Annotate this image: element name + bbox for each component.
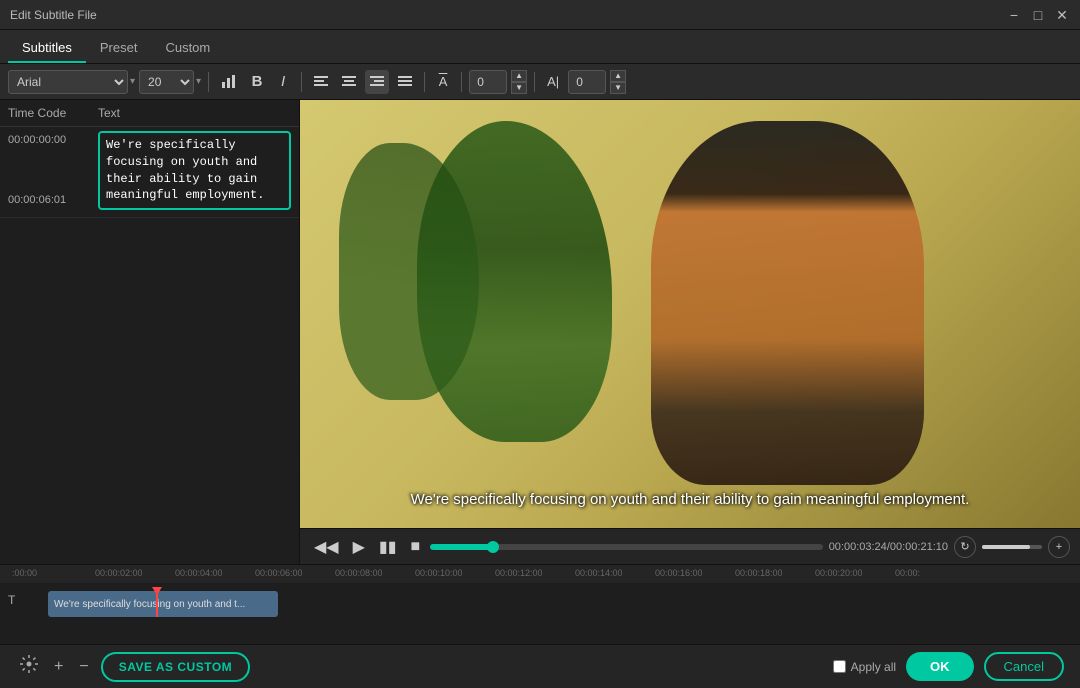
apply-all-checkbox-label[interactable]: Apply all: [833, 660, 896, 674]
justify-button[interactable]: [393, 70, 417, 94]
skip-back-button[interactable]: ◀◀: [310, 535, 343, 559]
ruler-mark-3: 00:00:06:00: [255, 568, 303, 578]
subtitle-overlay: We're specifically focusing on youth and…: [300, 491, 1080, 508]
bottom-left: + − SAVE AS CUSTOM: [16, 651, 250, 682]
tab-custom[interactable]: Custom: [151, 34, 224, 63]
text-decoration-button[interactable]: A: [432, 70, 454, 94]
ruler-mark-8: 00:00:16:00: [655, 568, 703, 578]
timecode-end: 00:00:06:01: [8, 194, 98, 206]
progress-fill: [430, 544, 493, 550]
progress-bar[interactable]: [430, 544, 822, 550]
video-panel: We're specifically focusing on youth and…: [300, 100, 1080, 564]
timeline-ruler: :00:00 00:00:02:00 00:00:04:00 00:00:06:…: [0, 565, 1080, 583]
text-track-icon: T: [8, 593, 15, 607]
opacity-spinner: ▲ ▼: [610, 70, 626, 94]
rotation-down-button[interactable]: ▼: [511, 82, 527, 94]
volume-fill: [982, 545, 1030, 549]
false: 00:00:00:00 00:00:06:01: [8, 131, 98, 206]
minimize-button[interactable]: −: [1006, 7, 1022, 23]
ruler-mark-11: 00:00:: [895, 568, 920, 578]
chevron-down-icon2: ▾: [196, 76, 201, 87]
font-select[interactable]: Arial Times New Roman Helvetica: [8, 70, 128, 94]
separator3: [424, 72, 425, 92]
tabs-bar: Subtitles Preset Custom: [0, 30, 1080, 64]
timecode-start: 00:00:00:00: [8, 134, 98, 146]
apply-all-checkbox[interactable]: [833, 660, 846, 673]
ruler-mark-5: 00:00:10:00: [415, 568, 463, 578]
add-button[interactable]: +: [1048, 536, 1070, 558]
volume-bar[interactable]: [982, 545, 1042, 549]
subtitle-text-input[interactable]: [98, 131, 291, 210]
main-content: Time Code Text 00:00:00:00 00:00:06:01: [0, 100, 1080, 564]
video-container: We're specifically focusing on youth and…: [300, 100, 1080, 528]
bar-chart-button[interactable]: [216, 70, 242, 94]
align-left-button[interactable]: [309, 70, 333, 94]
timeline-track: T We're specifically focusing on youth a…: [8, 587, 1072, 617]
bold-button[interactable]: B: [246, 70, 268, 94]
video-controls: ◀◀ ▶ ▮▮ ■ 00:00:03:24/00:00:21:10 ↻ +: [300, 528, 1080, 564]
separator4: [461, 72, 462, 92]
subtitle-table-header: Time Code Text: [0, 100, 299, 127]
opacity-input[interactable]: 0: [568, 70, 606, 94]
subtitle-panel: Time Code Text 00:00:00:00 00:00:06:01: [0, 100, 300, 564]
rotation-spinner: ▲ ▼: [511, 70, 527, 94]
window-title: Edit Subtitle File: [10, 8, 1006, 22]
bottom-bar: + − SAVE AS CUSTOM Apply all OK Cancel: [0, 644, 1080, 688]
tab-preset[interactable]: Preset: [86, 34, 152, 63]
playhead[interactable]: [156, 587, 158, 617]
timeline-clips: We're specifically focusing on youth and…: [36, 589, 1072, 615]
col-header-time: Time Code: [8, 106, 98, 120]
play-button[interactable]: ▶: [349, 535, 369, 559]
italic-button[interactable]: I: [272, 70, 294, 94]
pause-button[interactable]: ▮▮: [375, 535, 401, 559]
remove-subtitle-button[interactable]: −: [75, 654, 92, 680]
close-button[interactable]: ✕: [1054, 7, 1070, 23]
time-display: 00:00:03:24/00:00:21:10: [829, 541, 948, 553]
tab-subtitles[interactable]: Subtitles: [8, 34, 86, 63]
ruler-mark-6: 00:00:12:00: [495, 568, 543, 578]
ruler-mark-4: 00:00:08:00: [335, 568, 383, 578]
titlebar-controls: − □ ✕: [1006, 7, 1070, 23]
ruler-mark-9: 00:00:18:00: [735, 568, 783, 578]
align-right-button[interactable]: [365, 70, 389, 94]
toolbar: Arial Times New Roman Helvetica ▾ 20 18 …: [0, 64, 1080, 100]
size-select[interactable]: 20 18 24 28: [139, 70, 194, 94]
add-subtitle-button[interactable]: +: [50, 654, 67, 680]
opacity-up-button[interactable]: ▲: [610, 70, 626, 82]
timeline: :00:00 00:00:02:00 00:00:04:00 00:00:06:…: [0, 564, 1080, 644]
separator5: [534, 72, 535, 92]
subtitle-text-cell[interactable]: [98, 131, 291, 213]
ok-button[interactable]: OK: [906, 652, 974, 681]
loop-button[interactable]: ↻: [954, 536, 976, 558]
col-header-text: Text: [98, 106, 291, 120]
text-baseline-button[interactable]: A|: [542, 70, 564, 94]
settings-icon-button[interactable]: [16, 651, 42, 682]
ruler-mark-10: 00:00:20:00: [815, 568, 863, 578]
titlebar: Edit Subtitle File − □ ✕: [0, 0, 1080, 30]
ruler-mark-0: :00:00: [12, 568, 37, 578]
separator: [208, 72, 209, 92]
progress-handle[interactable]: [487, 541, 499, 553]
subtitle-row: 00:00:00:00 00:00:06:01: [0, 127, 299, 218]
subtitle-clip[interactable]: We're specifically focusing on youth and…: [48, 591, 278, 617]
align-center-button[interactable]: [337, 70, 361, 94]
stop-button[interactable]: ■: [407, 536, 425, 558]
ruler-mark-1: 00:00:02:00: [95, 568, 143, 578]
cancel-button[interactable]: Cancel: [984, 652, 1064, 681]
rotation-input[interactable]: 0: [469, 70, 507, 94]
ruler-mark-7: 00:00:14:00: [575, 568, 623, 578]
chevron-down-icon: ▾: [130, 76, 135, 87]
bottom-right: Apply all OK Cancel: [833, 652, 1064, 681]
opacity-down-button[interactable]: ▼: [610, 82, 626, 94]
separator2: [301, 72, 302, 92]
track-label: T: [8, 593, 15, 607]
maximize-button[interactable]: □: [1030, 7, 1046, 23]
rotation-up-button[interactable]: ▲: [511, 70, 527, 82]
save-as-custom-button[interactable]: SAVE AS CUSTOM: [101, 652, 250, 682]
ruler-mark-2: 00:00:04:00: [175, 568, 223, 578]
